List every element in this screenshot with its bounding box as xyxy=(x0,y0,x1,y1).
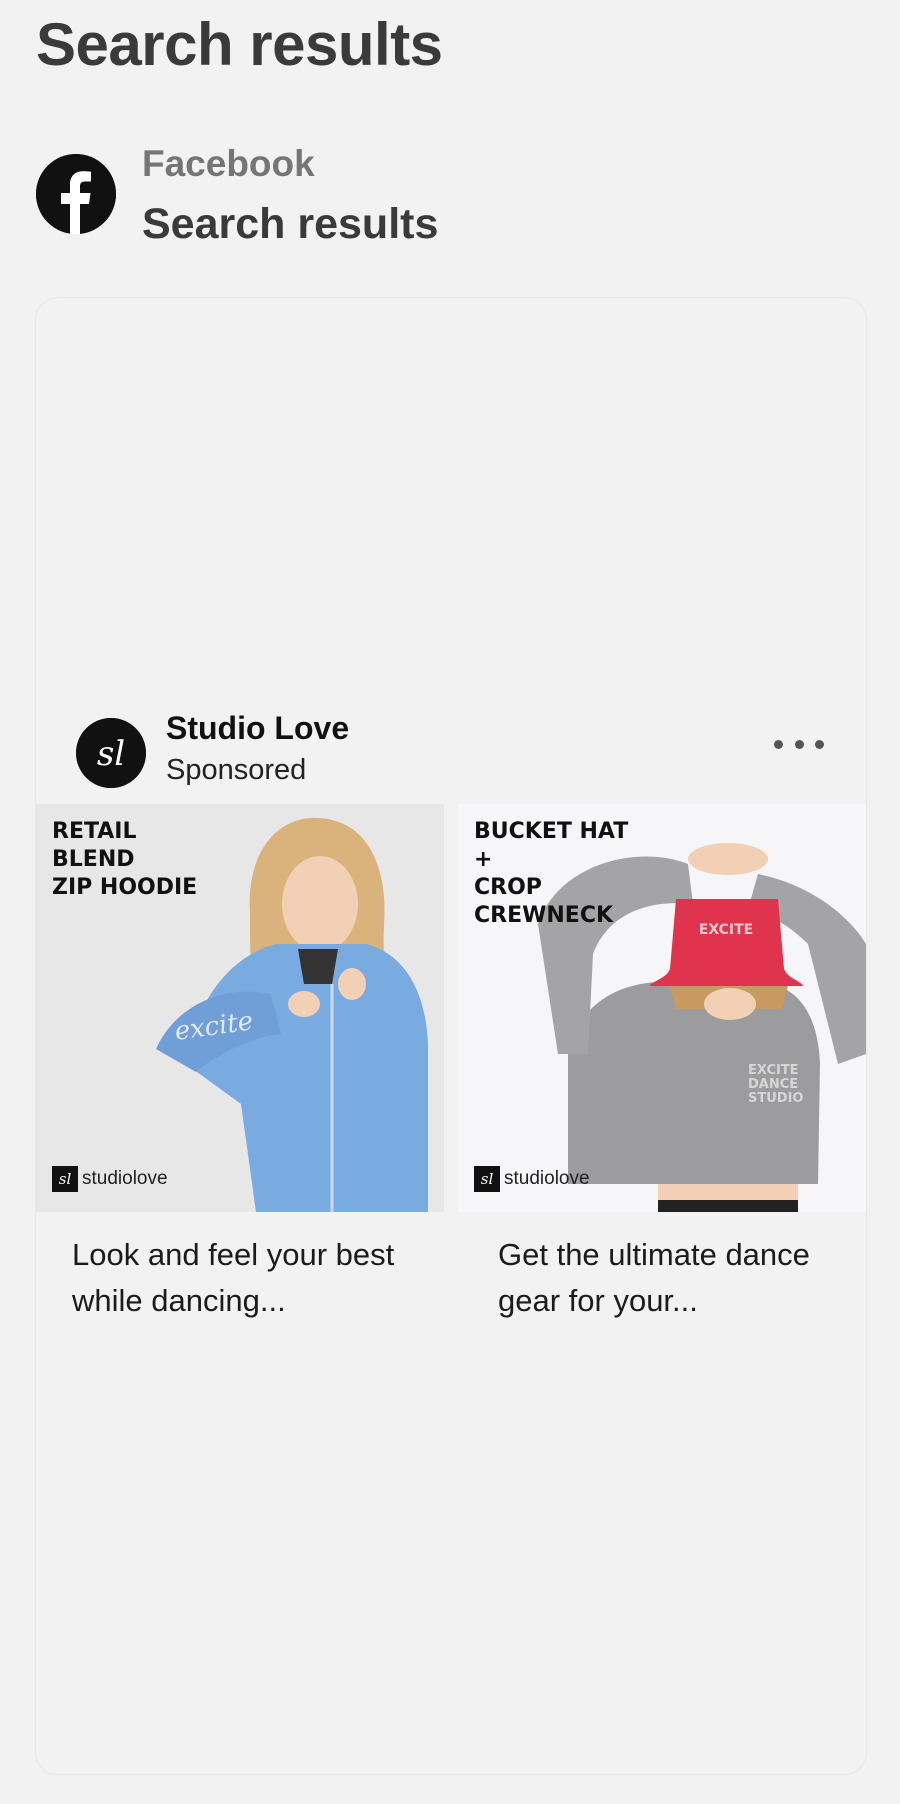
advertiser-avatar[interactable]: sl xyxy=(76,718,146,788)
brand-watermark-text: studiolove xyxy=(82,1168,168,1189)
svg-text:sl: sl xyxy=(97,734,125,774)
source-name: Facebook xyxy=(142,143,315,184)
sponsored-label: Sponsored xyxy=(166,754,307,786)
ad-carousel[interactable]: excite RETAIL BLEND ZIP HOODIE sl studiol… xyxy=(36,804,866,1344)
svg-text:EXCITE: EXCITE xyxy=(699,922,753,938)
ad-description[interactable]: Get the ultimate dance gear for your... xyxy=(498,1232,858,1324)
more-options-icon[interactable] xyxy=(774,732,824,756)
carousel-item[interactable]: excite RETAIL BLEND ZIP HOODIE sl studiol… xyxy=(36,804,444,1344)
carousel-item[interactable]: EXCITE EXCITE DANCE STUDIO BUCKET HAT + … xyxy=(458,804,866,1344)
source-subtitle: Search results xyxy=(142,200,439,248)
ad-image-caption: RETAIL BLEND ZIP HOODIE xyxy=(52,819,198,900)
brand-watermark: sl studiolove xyxy=(474,1166,590,1192)
page-title: Search results xyxy=(36,11,443,78)
brand-watermark-text: studiolove xyxy=(504,1168,590,1189)
advertiser-name[interactable]: Studio Love xyxy=(166,706,349,750)
ad-description[interactable]: Look and feel your best while dancing... xyxy=(72,1232,432,1324)
search-result-card: sl Studio Love Sponsored excite RETAIL B… xyxy=(36,298,866,1774)
brand-watermark: sl studiolove xyxy=(52,1166,168,1192)
svg-text:EXCITE: EXCITE xyxy=(748,1063,799,1078)
svg-text:DANCE: DANCE xyxy=(748,1077,798,1092)
sponsored-ad[interactable]: sl Studio Love Sponsored excite RETAIL B… xyxy=(36,696,866,1346)
svg-text:STUDIO: STUDIO xyxy=(748,1091,803,1106)
facebook-icon xyxy=(36,154,116,234)
ad-image-caption: BUCKET HAT + CROP CREWNECK xyxy=(474,819,629,928)
search-source[interactable]: Facebook Search results xyxy=(36,140,836,250)
